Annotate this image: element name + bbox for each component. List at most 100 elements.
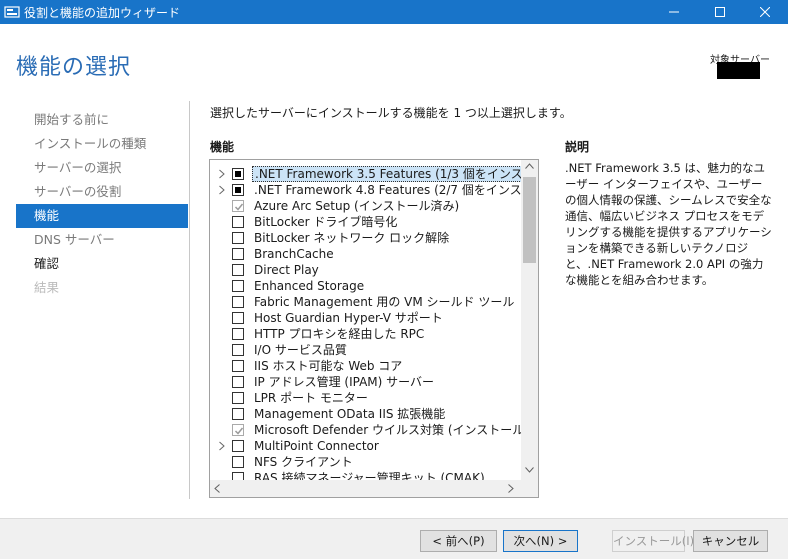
next-button[interactable]: 次へ(N) > [503,530,578,552]
nav-divider [189,101,190,499]
feature-label[interactable]: Azure Arc Setup (インストール済み) [252,198,461,214]
nav-item-server-roles[interactable]: サーバーの役割 [16,180,188,204]
feature-label[interactable]: Direct Play [252,262,321,278]
vertical-scrollbar[interactable] [521,160,538,480]
feature-label[interactable]: Microsoft Defender ウイルス対策 (インストール済み) [252,422,521,438]
expand-arrow-icon[interactable] [218,169,226,179]
wizard-footer: < 前へ(P) 次へ(N) > インストール(I) キャンセル [0,518,788,559]
feature-checkbox[interactable] [232,312,244,324]
feature-row[interactable]: IP アドレス管理 (IPAM) サーバー [210,374,521,390]
scroll-right-icon[interactable] [508,484,514,493]
horizontal-scrollbar[interactable] [210,480,521,497]
feature-checkbox[interactable] [232,328,244,340]
feature-checkbox [232,424,244,436]
feature-checkbox[interactable] [232,456,244,468]
scrollbar-corner [521,480,538,497]
cancel-button[interactable]: キャンセル [693,530,768,552]
feature-label[interactable]: IIS ホスト可能な Web コア [252,358,404,374]
feature-row[interactable]: Microsoft Defender ウイルス対策 (インストール済み) [210,422,521,438]
nav-item-before-you-begin[interactable]: 開始する前に [16,108,188,132]
title-bar: 役割と機能の追加ウィザード [0,0,788,24]
feature-checkbox[interactable] [232,168,244,180]
feature-label[interactable]: LPR ポート モニター [252,390,370,406]
minimize-button[interactable] [651,0,697,24]
server-manager-icon [4,4,20,20]
feature-label[interactable]: MultiPoint Connector [252,438,381,454]
feature-row[interactable]: Azure Arc Setup (インストール済み) [210,198,521,214]
description-heading: 説明 [565,140,590,154]
description-text: .NET Framework 3.5 は、魅力的なユーザー インターフェイスや、… [565,161,772,287]
feature-row[interactable]: NFS クライアント [210,454,521,470]
feature-row[interactable]: I/O サービス品質 [210,342,521,358]
feature-label[interactable]: RAS 接続マネージャー管理キット (CMAK) [252,470,487,480]
feature-label[interactable]: NFS クライアント [252,454,355,470]
feature-checkbox[interactable] [232,248,244,260]
feature-row[interactable]: Enhanced Storage [210,278,521,294]
install-button: インストール(I) [612,530,694,552]
feature-row[interactable]: Management OData IIS 拡張機能 [210,406,521,422]
previous-button[interactable]: < 前へ(P) [420,530,497,552]
feature-row[interactable]: BitLocker ネットワーク ロック解除 [210,230,521,246]
feature-checkbox[interactable] [232,280,244,292]
feature-checkbox[interactable] [232,296,244,308]
nav-item-features[interactable]: 機能 [16,204,188,228]
feature-label[interactable]: Fabric Management 用の VM シールド ツール [252,294,516,310]
feature-row[interactable]: Fabric Management 用の VM シールド ツール [210,294,521,310]
feature-label[interactable]: I/O サービス品質 [252,342,349,358]
feature-checkbox[interactable] [232,264,244,276]
close-button[interactable] [742,0,788,24]
feature-checkbox[interactable] [232,344,244,356]
feature-row[interactable]: BranchCache [210,246,521,262]
feature-row[interactable]: Host Guardian Hyper-V サポート [210,310,521,326]
maximize-button[interactable] [697,0,743,24]
feature-checkbox[interactable] [232,216,244,228]
feature-checkbox[interactable] [232,184,244,196]
feature-label[interactable]: Management OData IIS 拡張機能 [252,406,447,422]
features-list[interactable]: .NET Framework 3.5 Features (1/3 個をインストー… [209,159,539,498]
checkmark-icon [234,427,244,435]
feature-checkbox[interactable] [232,232,244,244]
feature-row[interactable]: .NET Framework 3.5 Features (1/3 個をインストー… [210,166,521,182]
feature-checkbox[interactable] [232,408,244,420]
feature-label[interactable]: BitLocker ドライブ暗号化 [252,214,399,230]
page-title: 機能の選択 [16,55,132,80]
expand-arrow-icon[interactable] [218,185,226,195]
feature-label[interactable]: .NET Framework 4.8 Features (2/7 個をインストー… [252,182,521,198]
feature-label[interactable]: HTTP プロキシを経由した RPC [252,326,426,342]
features-list-viewport: .NET Framework 3.5 Features (1/3 個をインストー… [210,160,521,480]
feature-label[interactable]: IP アドレス管理 (IPAM) サーバー [252,374,436,390]
features-heading: 機能 [210,140,235,154]
feature-row[interactable]: .NET Framework 4.8 Features (2/7 個をインストー… [210,182,521,198]
window-title: 役割と機能の追加ウィザード [24,6,181,20]
feature-label[interactable]: .NET Framework 3.5 Features (1/3 個をインストー… [252,166,521,182]
nav-item-confirmation[interactable]: 確認 [16,252,188,276]
nav-item-server-selection[interactable]: サーバーの選択 [16,156,188,180]
feature-checkbox[interactable] [232,472,244,480]
scroll-up-icon[interactable] [525,163,534,169]
feature-checkbox[interactable] [232,376,244,388]
nav-item-dns-server[interactable]: DNS サーバー [16,228,188,252]
expand-arrow-icon[interactable] [218,441,226,451]
feature-row[interactable]: Direct Play [210,262,521,278]
scroll-down-icon[interactable] [525,467,534,473]
feature-checkbox[interactable] [232,440,244,452]
feature-checkbox[interactable] [232,392,244,404]
intro-text: 選択したサーバーにインストールする機能を 1 つ以上選択します。 [210,106,572,120]
feature-row[interactable]: MultiPoint Connector [210,438,521,454]
scroll-left-icon[interactable] [214,484,220,493]
feature-label[interactable]: Enhanced Storage [252,278,366,294]
nav-item-installation-type[interactable]: インストールの種類 [16,132,188,156]
feature-label[interactable]: BranchCache [252,246,336,262]
feature-row[interactable]: RAS 接続マネージャー管理キット (CMAK) [210,470,521,480]
feature-row[interactable]: BitLocker ドライブ暗号化 [210,214,521,230]
feature-row[interactable]: HTTP プロキシを経由した RPC [210,326,521,342]
nav-item-results: 結果 [34,280,60,295]
feature-label[interactable]: BitLocker ネットワーク ロック解除 [252,230,451,246]
wizard-nav: 開始する前に インストールの種類 サーバーの選択 サーバーの役割 機能 DNS … [16,108,188,300]
vertical-scroll-thumb[interactable] [523,177,536,263]
feature-label[interactable]: Host Guardian Hyper-V サポート [252,310,445,326]
target-server-name-redacted [717,62,760,79]
feature-checkbox[interactable] [232,360,244,372]
feature-row[interactable]: IIS ホスト可能な Web コア [210,358,521,374]
feature-row[interactable]: LPR ポート モニター [210,390,521,406]
